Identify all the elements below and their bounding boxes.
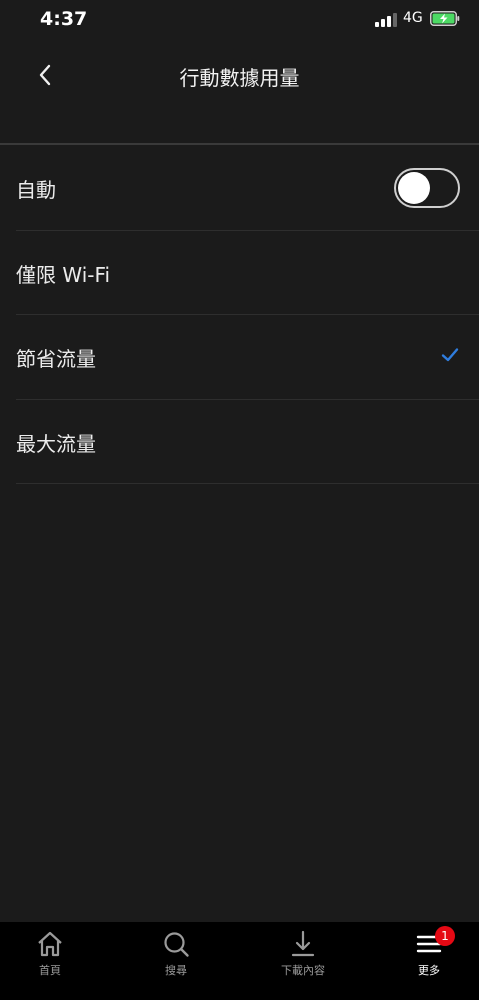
- search-icon: [164, 932, 189, 957]
- tab-label: 更多: [418, 964, 440, 977]
- checkmark-icon: [441, 348, 459, 362]
- option-auto[interactable]: 自動: [16, 146, 479, 231]
- tab-downloads[interactable]: 下載內容: [263, 922, 343, 1000]
- tab-more[interactable]: 1 更多: [389, 922, 469, 1000]
- option-max-data[interactable]: 最大流量: [16, 400, 479, 484]
- page-title: 行動數據用量: [179, 66, 300, 90]
- option-label: 自動: [16, 178, 56, 202]
- mobile-data-usage-screen: 4:37 4G 行動數據用量 自動 僅限 Wi-Fi 節省流量 最大流量 首頁 …: [0, 0, 479, 1000]
- tab-home[interactable]: 首頁: [10, 922, 90, 1000]
- tab-label: 首頁: [39, 964, 61, 977]
- status-time: 4:37: [40, 8, 88, 30]
- option-label: 節省流量: [16, 347, 96, 371]
- tab-search[interactable]: 搜尋: [136, 922, 216, 1000]
- status-bar: 4:37 4G: [0, 0, 479, 40]
- notification-badge: 1: [435, 926, 455, 946]
- home-icon: [38, 931, 62, 957]
- option-save-data[interactable]: 節省流量: [16, 315, 479, 400]
- option-wifi-only[interactable]: 僅限 Wi-Fi: [16, 231, 479, 315]
- download-icon: [291, 930, 315, 957]
- tab-bar: 首頁 搜尋 下載內容 1 更多: [0, 922, 479, 1000]
- signal-strength-icon: [375, 13, 397, 27]
- option-label: 最大流量: [16, 431, 96, 456]
- battery-charging-icon: [430, 11, 460, 26]
- network-type: 4G: [403, 10, 423, 26]
- auto-toggle[interactable]: [394, 168, 460, 208]
- toggle-knob: [398, 172, 430, 204]
- tab-label: 下載內容: [281, 964, 325, 977]
- tab-label: 搜尋: [165, 964, 187, 977]
- data-usage-options-list: 自動 僅限 Wi-Fi 節省流量 最大流量: [16, 146, 479, 484]
- option-label: 僅限 Wi-Fi: [16, 262, 111, 287]
- nav-header: 行動數據用量: [0, 40, 479, 145]
